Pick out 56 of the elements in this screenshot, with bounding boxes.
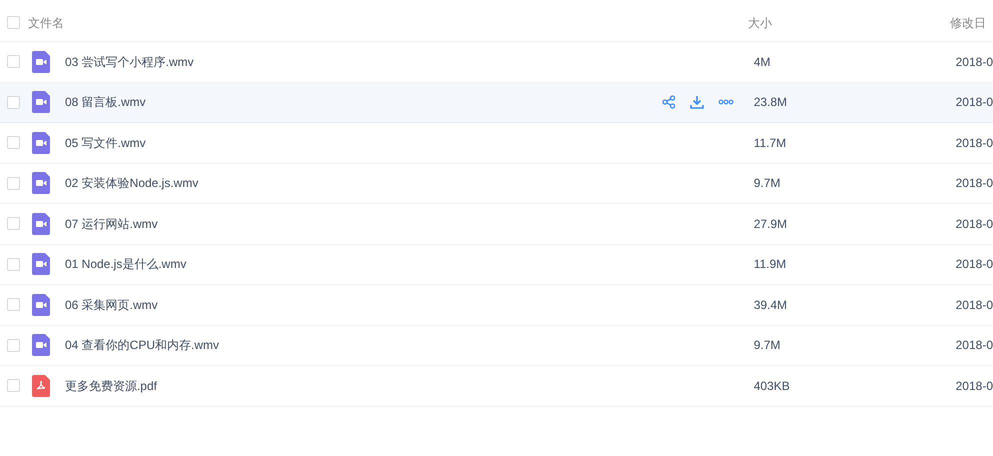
- checkbox[interactable]: [7, 136, 20, 150]
- more-icon[interactable]: [718, 99, 734, 106]
- modified-date: 2018-0: [956, 378, 993, 395]
- share-icon[interactable]: [662, 95, 676, 110]
- column-header: 文件名: [28, 14, 65, 32]
- video-file-icon: [32, 50, 50, 73]
- file-size: 9.7M: [754, 337, 782, 354]
- checkbox[interactable]: [7, 298, 20, 312]
- checkbox[interactable]: [7, 176, 20, 190]
- video-file-icon: [32, 172, 50, 194]
- file-size: 11.9M: [754, 256, 788, 274]
- file-row[interactable]: 01 Node.js是什么.wmv 11.9M 2018-0: [0, 244, 993, 285]
- checkbox[interactable]: [7, 217, 20, 230]
- modified-date: 2018-0: [956, 134, 993, 152]
- pdf-file-icon: [32, 374, 50, 397]
- file-size: 39.4M: [754, 296, 788, 314]
- column-header: 修改日: [950, 14, 986, 32]
- modified-date: 2018-0: [956, 296, 993, 314]
- download-icon[interactable]: [690, 95, 704, 110]
- file-row[interactable]: 08 留言板.wmv 23.8M 2018-0: [0, 82, 993, 123]
- modified-date: 2018-0: [956, 175, 993, 192]
- file-name[interactable]: 01 Node.js是什么.wmv: [64, 255, 186, 274]
- file-size: 27.9M: [754, 216, 788, 233]
- file-size: 23.8M: [754, 94, 788, 112]
- file-size: 11.7M: [754, 134, 788, 152]
- checkbox[interactable]: [7, 55, 20, 68]
- file-name[interactable]: 02 安装体验Node.js.wmv: [64, 174, 198, 192]
- file-size: 403KB: [754, 378, 791, 395]
- file-name[interactable]: 06 采集网页.wmv: [64, 296, 158, 314]
- modified-date: 2018-0: [956, 54, 993, 71]
- file-size: 4M: [754, 54, 772, 71]
- video-file-icon: [32, 132, 50, 154]
- file-name[interactable]: 04 查看你的CPU和内存.wmv: [64, 336, 219, 354]
- video-file-icon: [32, 91, 50, 114]
- video-file-icon: [32, 334, 50, 356]
- video-file-icon: [32, 212, 50, 235]
- file-name[interactable]: 03 尝试写个小程序.wmv: [64, 52, 194, 71]
- file-name[interactable]: 05 写文件.wmv: [64, 134, 146, 152]
- file-name[interactable]: 07 运行网站.wmv: [64, 214, 158, 233]
- checkbox[interactable]: [7, 379, 20, 392]
- checkbox[interactable]: [7, 258, 20, 271]
- video-file-icon: [32, 253, 50, 276]
- file-row[interactable]: 02 安装体验Node.js.wmv 9.7M 2018-0: [0, 164, 993, 204]
- modified-date: 2018-0: [956, 216, 993, 233]
- file-name[interactable]: 更多免费资源.pdf: [64, 376, 157, 395]
- file-name[interactable]: 08 留言板.wmv: [64, 93, 146, 112]
- file-row[interactable]: 04 查看你的CPU和内存.wmv 9.7M 2018-0: [0, 326, 993, 366]
- checkbox[interactable]: [7, 96, 20, 109]
- file-size: 9.7M: [754, 175, 782, 192]
- modified-date: 2018-0: [956, 94, 993, 112]
- video-file-icon: [32, 294, 50, 316]
- checkbox[interactable]: [7, 338, 20, 352]
- column-header: 大小: [748, 14, 773, 32]
- modified-date: 2018-0: [956, 256, 993, 274]
- checkbox[interactable]: [7, 16, 20, 29]
- modified-date: 2018-0: [956, 337, 993, 354]
